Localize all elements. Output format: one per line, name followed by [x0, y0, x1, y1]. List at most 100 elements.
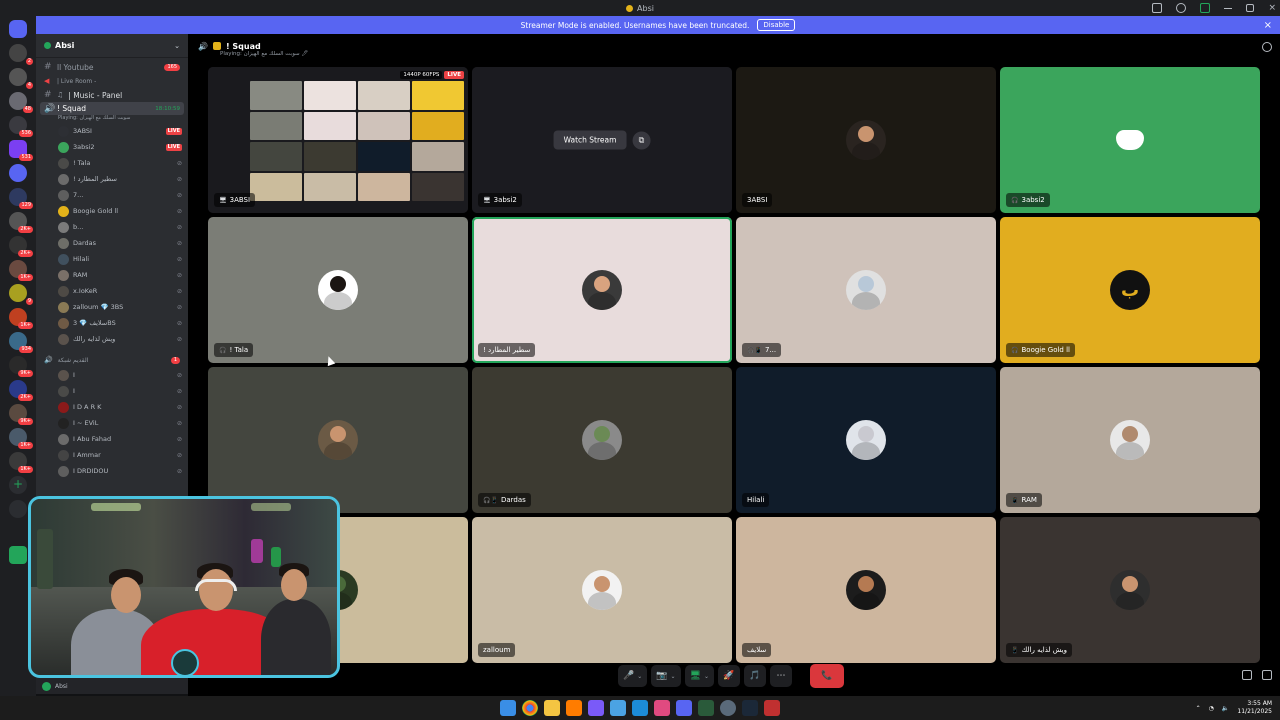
voice-member[interactable]: Hilali ⊘	[36, 251, 188, 267]
camera-button[interactable]: 📷 ⌄	[651, 665, 681, 687]
participant-tile[interactable]	[208, 367, 468, 513]
file-explorer-icon[interactable]	[544, 700, 560, 716]
server-header[interactable]: Absi ⌄	[36, 34, 188, 58]
discord-icon[interactable]	[676, 700, 692, 716]
activities-button[interactable]: 🚀	[717, 665, 740, 687]
voice-member[interactable]: ! Tala ⊘	[36, 155, 188, 171]
participant-tile[interactable]: 3ABSI	[736, 67, 996, 213]
server-avatar[interactable]: 1K+	[9, 452, 33, 473]
popout-stream-icon[interactable]: ⧉	[632, 131, 651, 149]
server-avatar[interactable]: 531	[9, 140, 33, 161]
participant-tile[interactable]: 🎧! Tala	[208, 217, 468, 363]
user-panel[interactable]: Absi	[36, 678, 188, 694]
settings-icon[interactable]	[720, 700, 736, 716]
server-avatar[interactable]: 934	[9, 332, 33, 353]
server-avatar[interactable]: 129	[9, 188, 33, 209]
server-avatar[interactable]: 2K+	[9, 236, 33, 257]
server-avatar[interactable]: 9K+	[9, 356, 33, 377]
minimize-icon[interactable]	[1224, 7, 1233, 9]
participant-tile[interactable]: سلايف	[736, 517, 996, 663]
server-avatar[interactable]	[9, 546, 27, 564]
soundboard-button[interactable]: 🎵	[743, 665, 766, 687]
participant-tile[interactable]: ! سطير المطارد	[472, 217, 732, 363]
capcut-icon[interactable]	[654, 700, 670, 716]
voice-member[interactable]: I ⊘	[36, 383, 188, 399]
home-icon[interactable]	[9, 20, 27, 38]
server-avatar[interactable]: 2K+	[9, 212, 33, 233]
chrome-icon[interactable]	[522, 700, 538, 716]
volume-icon[interactable]: 🔈	[1222, 705, 1229, 712]
start-icon[interactable]	[500, 700, 516, 716]
voice-member[interactable]: I ⊘	[36, 367, 188, 383]
chat-toggle-icon[interactable]	[1262, 42, 1272, 52]
voice-member[interactable]: I D A R K ⊘	[36, 399, 188, 415]
participant-tile[interactable]: zalloum	[472, 517, 732, 663]
voice-member[interactable]: Dardas ⊘	[36, 235, 188, 251]
participant-tile[interactable]: 🎧📱 7...	[736, 217, 996, 363]
voice-member[interactable]: 7... ⊘	[36, 187, 188, 203]
voice-member[interactable]: Boogie Gold ll ⊘	[36, 203, 188, 219]
explore-icon[interactable]	[9, 500, 27, 518]
screen-share-button[interactable]: 🖥 ⌄	[684, 665, 714, 687]
mute-button[interactable]: 🎤 ⌄	[618, 665, 648, 687]
server-avatar[interactable]	[9, 164, 27, 182]
server-avatar[interactable]: 536	[9, 116, 33, 137]
participant-tile[interactable]: 📱 ويش لذايه رالك	[1000, 517, 1260, 663]
participant-tile[interactable]: 📱 RAM	[1000, 367, 1260, 513]
clock[interactable]: 3:55 AM 11/21/2025	[1237, 700, 1272, 716]
server-avatar[interactable]: 9K+	[9, 404, 33, 425]
popout-icon[interactable]	[1242, 670, 1252, 680]
voice-member[interactable]: zalloum 💎 3BS ⊘	[36, 299, 188, 315]
chevron-up-icon[interactable]: ⌃	[1196, 705, 1201, 712]
disconnect-button[interactable]: 📞	[809, 664, 844, 688]
more-options-button[interactable]: ⋯	[769, 665, 792, 687]
voice-member[interactable]: سلايف 💎 3BS ⊘	[36, 315, 188, 331]
download-icon[interactable]	[1200, 3, 1211, 13]
server-avatar[interactable]: 1K+	[9, 260, 33, 281]
server-avatar[interactable]: 2K+	[9, 380, 33, 401]
voice-member[interactable]: b... ⊘	[36, 219, 188, 235]
participant-tile[interactable]: ب 🎧 Boogie Gold ll	[1000, 217, 1260, 363]
channel-music-panel[interactable]: # ♫ | Music - Panel	[36, 88, 188, 102]
channel-youtube[interactable]: # ll Youtube 165	[36, 60, 188, 74]
server-avatar[interactable]: 1K+	[9, 428, 33, 449]
illustrator-icon[interactable]	[566, 700, 582, 716]
voice-member[interactable]: I ~ EViL ⊘	[36, 415, 188, 431]
server-avatar[interactable]: 4	[9, 68, 33, 89]
participant-tile[interactable]: 1440P 60FPS LIVE 🖥 3ABSI	[208, 67, 468, 213]
voice-member[interactable]: I Ammar ⊘	[36, 447, 188, 463]
add-server-icon[interactable]: +	[9, 476, 27, 494]
voice-member[interactable]: I Abu Fahad ⊘	[36, 431, 188, 447]
server-avatar[interactable]: 9	[9, 284, 33, 305]
voice-member[interactable]: 3ABSI LIVE	[36, 123, 188, 139]
network-icon[interactable]: ◔	[1209, 705, 1214, 712]
fullscreen-icon[interactable]	[1262, 670, 1272, 680]
channel-live-room[interactable]: ◀ | Live Room -	[36, 74, 188, 88]
server-avatar[interactable]: 1K+	[9, 308, 33, 329]
participant-tile[interactable]: Hilali	[736, 367, 996, 513]
help-icon[interactable]	[1176, 3, 1187, 13]
maximize-icon[interactable]	[1246, 4, 1255, 12]
server-avatar[interactable]: 48	[9, 92, 33, 113]
app-icon[interactable]	[632, 700, 648, 716]
voice-member[interactable]: 3absi2 LIVE	[36, 139, 188, 155]
category-header[interactable]: 🔊 القديم شبكة 1	[36, 353, 188, 367]
close-window-icon[interactable]: ×	[1268, 3, 1276, 13]
participant-tile[interactable]: 🎧 3absi2	[1000, 67, 1260, 213]
voice-channel-squad[interactable]: 🔊 ! Squad 18:10:59	[40, 102, 184, 115]
app-icon[interactable]	[588, 700, 604, 716]
close-banner-icon[interactable]: ×	[1264, 20, 1272, 31]
app-icon[interactable]	[764, 700, 780, 716]
steam-icon[interactable]	[742, 700, 758, 716]
watch-stream-button[interactable]: Watch Stream	[553, 130, 627, 150]
voice-member[interactable]: I DRDIDOU ⊘	[36, 463, 188, 479]
voice-member[interactable]: ! سطير المطارد ⊘	[36, 171, 188, 187]
disable-streamer-mode-button[interactable]: Disable	[757, 19, 796, 31]
inbox-icon[interactable]	[1152, 3, 1163, 13]
server-avatar[interactable]: 2	[9, 44, 33, 65]
voice-member[interactable]: RAM ⊘	[36, 267, 188, 283]
voice-member[interactable]: ويش لذايه رالك ⊘	[36, 331, 188, 347]
voice-member[interactable]: x.IoKeR ⊘	[36, 283, 188, 299]
participant-tile[interactable]: Watch Stream ⧉ 🖥 3absi2	[472, 67, 732, 213]
participant-tile[interactable]: 🎧📱 Dardas	[472, 367, 732, 513]
